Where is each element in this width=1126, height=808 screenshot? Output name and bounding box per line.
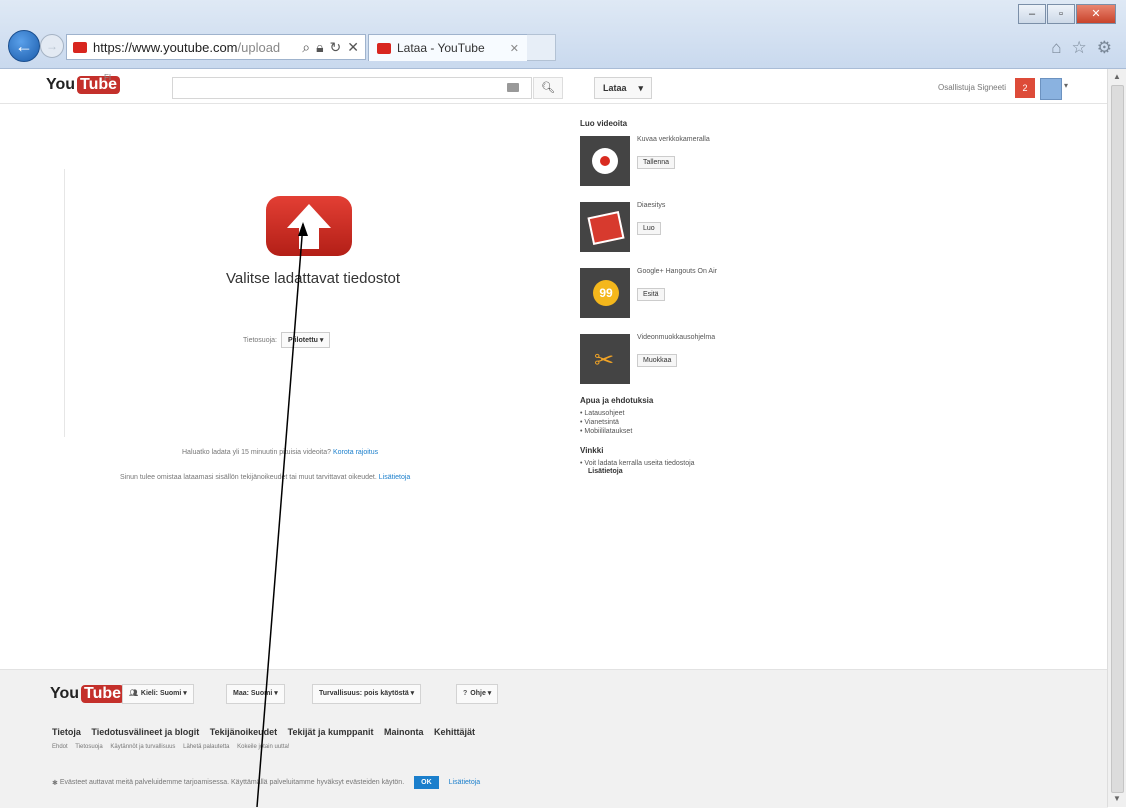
annotation-arrow [256,222,308,807]
